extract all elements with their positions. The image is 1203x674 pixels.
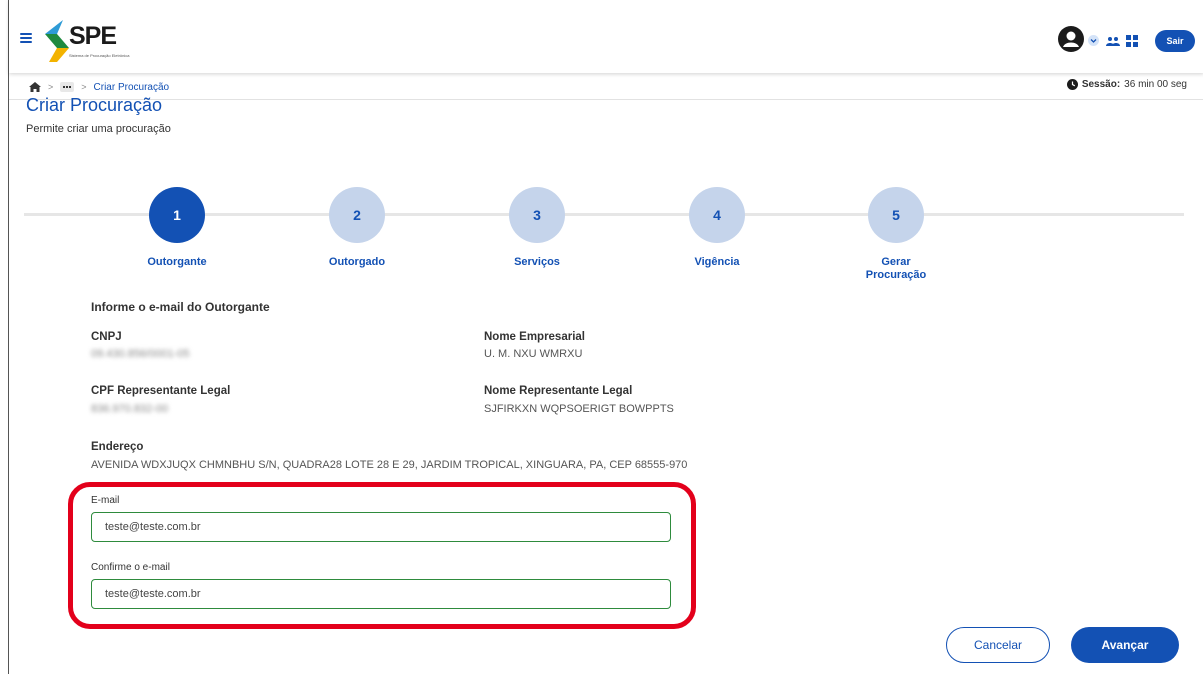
logo-subtitle: Sistema de Procuração Eletrônica — [69, 53, 130, 58]
apps-grid-icon[interactable] — [1126, 35, 1138, 47]
logout-button[interactable]: Sair — [1155, 30, 1195, 52]
step-label[interactable]: Gerar Procuração — [856, 256, 936, 282]
step-2-outorgado[interactable]: 2 — [329, 187, 385, 243]
step-label[interactable]: Outorgado — [297, 256, 417, 269]
step-label[interactable]: Outorgante — [117, 256, 237, 269]
representative-label: Nome Representante Legal — [484, 385, 633, 397]
user-avatar-icon[interactable] — [1058, 26, 1084, 52]
cnpj-label: CNPJ — [91, 331, 122, 343]
section-title: Informe o e-mail do Outorgante — [91, 300, 270, 314]
step-label[interactable]: Serviços — [477, 256, 597, 269]
people-icon[interactable] — [1106, 36, 1120, 46]
address-label: Endereço — [91, 441, 144, 453]
email-label: E-mail — [91, 495, 120, 506]
more-icon[interactable] — [60, 82, 75, 92]
step-label[interactable]: Vigência — [657, 256, 777, 269]
company-name-value: U. M. NXU WMRXU — [484, 348, 583, 360]
cpf-label: CPF Representante Legal — [91, 385, 231, 397]
representative-value: SJFIRKXN WQPSOERIGT BOWPPTS — [484, 403, 674, 415]
page-subtitle: Permite criar uma procuração — [26, 123, 171, 135]
cancel-button[interactable]: Cancelar — [946, 627, 1050, 663]
step-4-vigencia[interactable]: 4 — [689, 187, 745, 243]
confirm-email-field[interactable] — [91, 579, 671, 609]
home-icon[interactable] — [29, 82, 41, 92]
chevron-right-icon: > — [48, 82, 54, 92]
session-timer: Sessão: 36 min 00 seg — [1066, 79, 1187, 90]
session-time: 36 min 00 seg — [1124, 79, 1187, 90]
clock-icon — [1066, 79, 1078, 90]
cpf-value: 836.970.832-00 — [91, 403, 169, 415]
menu-icon[interactable] — [20, 33, 32, 43]
app-frame: SPE Sistema de Procuração Eletrônica Sai… — [8, 0, 1203, 674]
email-field[interactable] — [91, 512, 671, 542]
step-1-outorgante[interactable]: 1 — [149, 187, 205, 243]
session-label: Sessão: — [1081, 79, 1121, 90]
breadcrumb: > > Criar Procuração — [29, 79, 169, 95]
page-title: Criar Procuração — [26, 95, 163, 115]
logo-text: SPE — [69, 22, 117, 50]
divider — [9, 99, 1203, 100]
next-button[interactable]: Avançar — [1071, 627, 1179, 663]
address-value: AVENIDA WDXJUQX CHMNBHU S/N, QUADRA28 LO… — [91, 459, 688, 471]
chevron-down-icon[interactable] — [1088, 35, 1099, 46]
step-3-servicos[interactable]: 3 — [509, 187, 565, 243]
company-name-label: Nome Empresarial — [484, 331, 585, 343]
confirm-email-label: Confirme o e-mail — [91, 562, 170, 573]
step-5-gerar-procuracao[interactable]: 5 — [868, 187, 924, 243]
cnpj-value: 09.430.856/0001-05 — [91, 348, 190, 360]
top-header: SPE Sistema de Procuração Eletrônica Sai… — [9, 0, 1203, 73]
chevron-right-icon: > — [81, 82, 87, 92]
breadcrumb-current[interactable]: Criar Procuração — [94, 82, 170, 93]
